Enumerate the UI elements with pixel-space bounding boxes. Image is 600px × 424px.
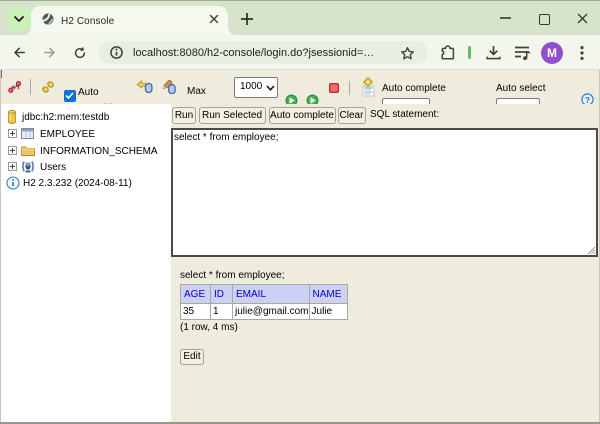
svg-text:?: ? bbox=[585, 95, 590, 104]
